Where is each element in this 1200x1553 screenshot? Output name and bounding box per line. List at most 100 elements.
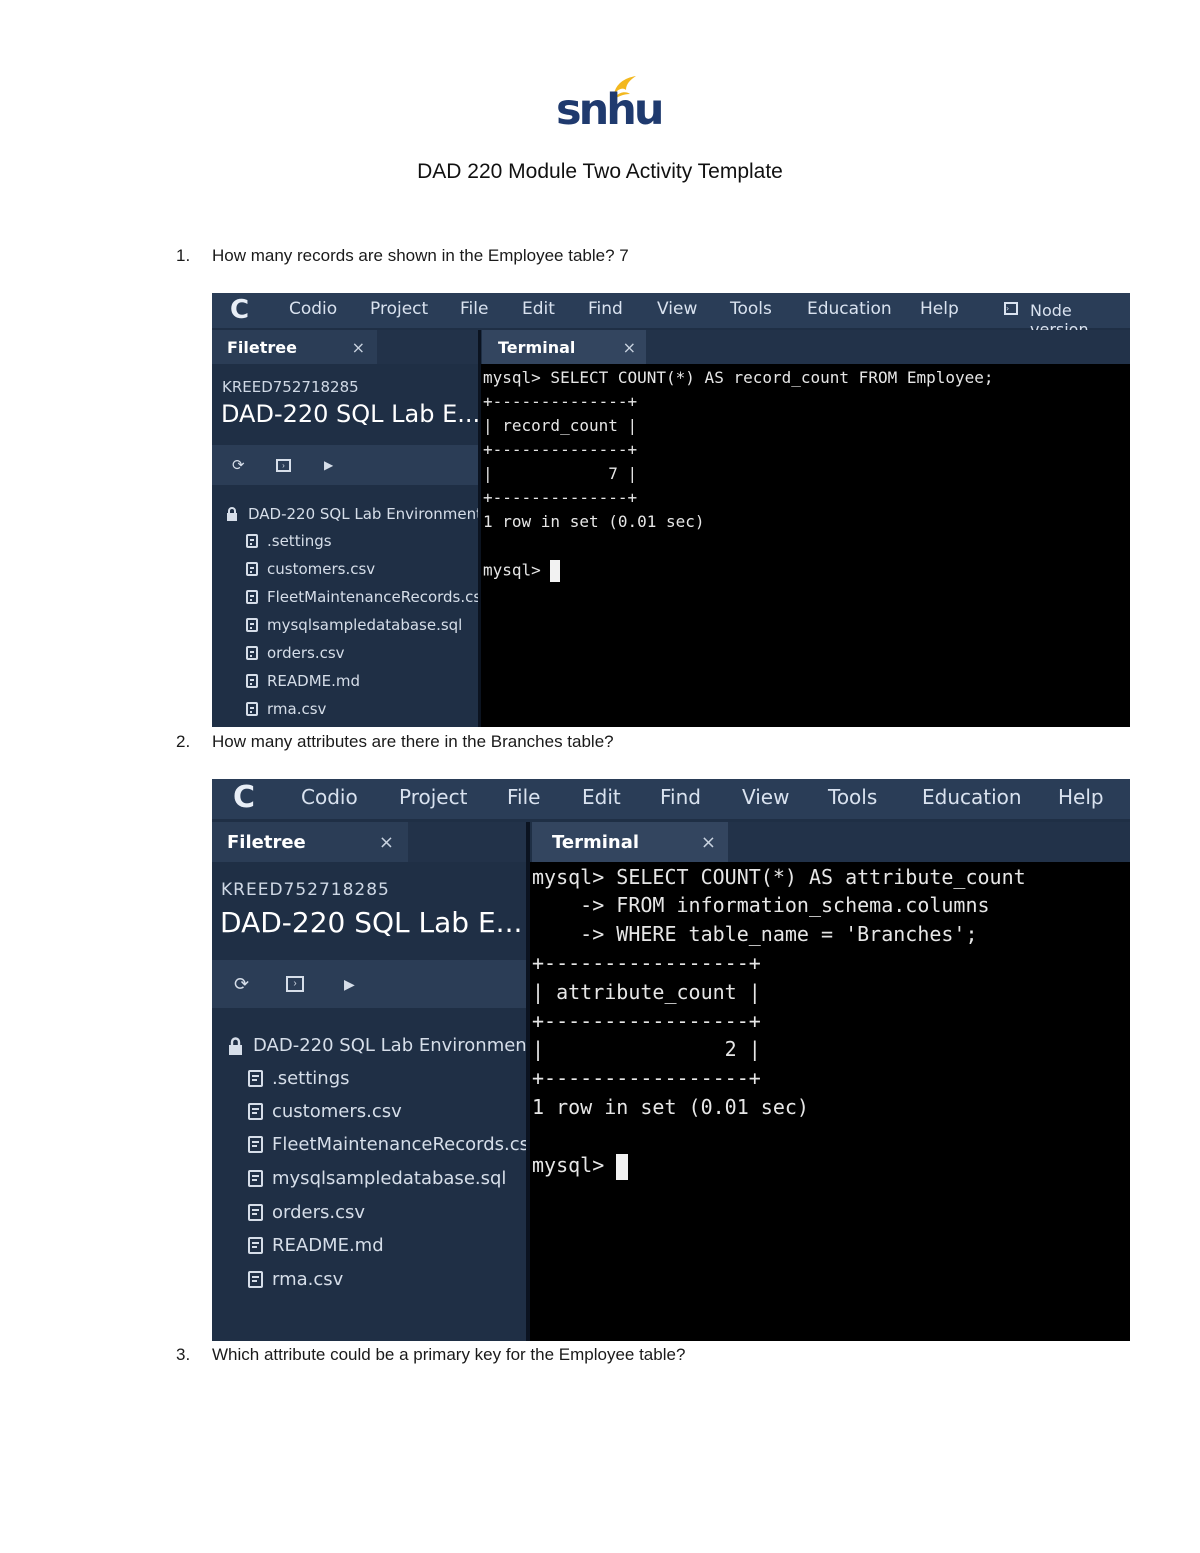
menu-edit[interactable]: Edit <box>522 299 555 319</box>
close-icon[interactable]: × <box>379 832 394 853</box>
terminal-icon[interactable]: › <box>276 458 291 472</box>
terminal-output[interactable]: mysql> SELECT COUNT(*) AS record_count F… <box>481 364 1130 727</box>
menu-find[interactable]: Find <box>588 299 623 319</box>
filetree-tab-label: Filetree <box>227 831 306 853</box>
menu-help[interactable]: Help <box>920 299 959 319</box>
terminal-line: -> WHERE table_name = 'Branches'; <box>532 922 978 946</box>
terminal-icon[interactable]: › <box>286 976 304 992</box>
tree-file-rma[interactable]: rma.csv <box>246 700 326 718</box>
menu-file[interactable]: File <box>460 299 488 319</box>
menu-bar: C Codio Project File Edit Find View Tool… <box>212 293 1130 339</box>
tree-file-settings[interactable]: .settings <box>248 1068 350 1089</box>
close-icon[interactable]: × <box>623 338 636 357</box>
tree-file-fleet[interactable]: FleetMaintenanceRecords.csv <box>246 588 490 606</box>
question-1: 1. How many records are shown in the Empl… <box>176 246 629 266</box>
terminal-line: -> FROM information_schema.columns <box>532 893 990 917</box>
terminal-prompt-text: mysql> <box>532 1153 617 1177</box>
tree-root-label: DAD-220 SQL Lab Environment <box>248 505 482 523</box>
file-icon <box>246 674 258 688</box>
terminal-line: | 7 | <box>483 464 638 483</box>
file-icon <box>248 1204 263 1221</box>
question-number: 1. <box>176 246 191 265</box>
file-name: FleetMaintenanceRecords.csv <box>267 588 491 606</box>
snhu-logo: snhu <box>556 74 664 134</box>
menu-project[interactable]: Project <box>399 785 467 809</box>
lock-icon <box>228 1036 243 1055</box>
play-icon[interactable]: ▶ <box>344 976 355 993</box>
terminal-tab[interactable]: Terminal × <box>532 822 728 862</box>
close-icon[interactable]: × <box>352 338 365 357</box>
tree-file-orders[interactable]: orders.csv <box>246 644 345 662</box>
tree-root[interactable]: DAD-220 SQL Lab Environment <box>228 1035 534 1056</box>
tree-file-readme[interactable]: README.md <box>248 1235 384 1256</box>
file-icon <box>246 562 258 576</box>
menu-file[interactable]: File <box>507 785 540 809</box>
question-number: 2. <box>176 732 191 751</box>
terminal-line: +-----------------+ <box>532 951 761 975</box>
menu-project[interactable]: Project <box>370 299 428 319</box>
menu-bar: C Codio Project File Edit Find View Tool… <box>212 779 1130 819</box>
tree-file-mysqlsample[interactable]: mysqlsampledatabase.sql <box>246 616 462 634</box>
menu-tools[interactable]: Tools <box>730 299 772 319</box>
file-icon <box>248 1237 263 1254</box>
menu-codio[interactable]: Codio <box>301 785 358 809</box>
file-name: FleetMaintenanceRecords.csv <box>272 1134 540 1155</box>
tree-root[interactable]: DAD-220 SQL Lab Environment <box>226 505 482 523</box>
file-icon <box>246 590 258 604</box>
filetree-tab[interactable]: Filetree × <box>212 822 408 862</box>
terminal-line: | 2 | <box>532 1037 761 1061</box>
refresh-icon[interactable]: ⟳ <box>234 974 249 995</box>
tab-spacer <box>377 330 478 364</box>
question-3: 3. Which attribute could be a primary key… <box>176 1345 685 1365</box>
menu-tools[interactable]: Tools <box>828 785 877 809</box>
menu-find[interactable]: Find <box>660 785 701 809</box>
tree-file-orders[interactable]: orders.csv <box>248 1202 365 1223</box>
tree-file-customers[interactable]: customers.csv <box>248 1101 402 1122</box>
question-number: 3. <box>176 1345 191 1364</box>
file-icon <box>246 618 258 632</box>
refresh-icon[interactable]: ⟳ <box>232 456 245 474</box>
menu-help[interactable]: Help <box>1058 785 1104 809</box>
menu-view[interactable]: View <box>742 785 789 809</box>
menu-codio[interactable]: Codio <box>289 299 337 319</box>
menu-education[interactable]: Education <box>807 299 892 319</box>
tree-file-rma[interactable]: rma.csv <box>248 1269 343 1290</box>
file-icon <box>248 1103 263 1120</box>
document-title: DAD 220 Module Two Activity Template <box>417 160 783 183</box>
codio-logo-icon[interactable]: C <box>233 780 255 815</box>
tree-file-readme[interactable]: README.md <box>246 672 360 690</box>
codio-logo-icon[interactable]: C <box>230 295 249 325</box>
terminal-tab[interactable]: Terminal × <box>482 330 646 364</box>
menu-view[interactable]: View <box>657 299 697 319</box>
file-name: mysqlsampledatabase.sql <box>267 616 463 634</box>
file-icon <box>246 646 258 660</box>
file-icon <box>246 702 258 716</box>
terminal-line: | attribute_count | <box>532 980 761 1004</box>
close-icon[interactable]: × <box>701 832 716 853</box>
file-name: README.md <box>272 1235 384 1256</box>
lock-icon <box>226 507 238 521</box>
menu-education[interactable]: Education <box>922 785 1022 809</box>
play-icon[interactable]: ▶ <box>324 458 333 472</box>
question-text: How many attributes are there in the Bra… <box>212 732 614 751</box>
codio-screenshot-2: C Codio Project File Edit Find View Tool… <box>212 779 1130 1341</box>
terminal-line: | record_count | <box>483 416 638 435</box>
tree-file-mysqlsample[interactable]: mysqlsampledatabase.sql <box>248 1168 506 1189</box>
menu-edit[interactable]: Edit <box>582 785 621 809</box>
tree-file-customers[interactable]: customers.csv <box>246 560 375 578</box>
terminal-output[interactable]: mysql> SELECT COUNT(*) AS attribute_coun… <box>530 862 1130 1341</box>
file-name: orders.csv <box>267 644 345 662</box>
file-icon <box>248 1136 263 1153</box>
project-id: KREED752718285 <box>222 378 359 396</box>
file-name: rma.csv <box>272 1269 344 1290</box>
tree-file-fleet[interactable]: FleetMaintenanceRecords.csv <box>248 1134 540 1155</box>
tree-file-settings[interactable]: .settings <box>246 532 332 550</box>
file-icon <box>248 1070 263 1087</box>
filetree-toolbar: ⟳ › ▶ <box>212 445 478 485</box>
filetree-tab[interactable]: Filetree × <box>212 330 377 364</box>
file-name: customers.csv <box>267 560 376 578</box>
filetree-toolbar: ⟳ › ▶ <box>212 960 526 1008</box>
tab-spacer <box>646 330 1130 364</box>
codio-screenshot-1: C Codio Project File Edit Find View Tool… <box>212 293 1130 727</box>
tree-root-label: DAD-220 SQL Lab Environment <box>253 1035 534 1056</box>
